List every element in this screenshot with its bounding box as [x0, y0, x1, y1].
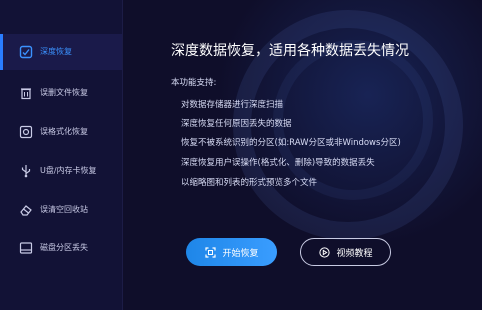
- format-disk-icon: [18, 124, 34, 140]
- feature-item: 恢复不被系统识别的分区(如:RAW分区或非Windows分区): [181, 138, 401, 148]
- sidebar-item-label: 误清空回收站: [40, 205, 88, 214]
- play-icon: [318, 246, 330, 258]
- usb-icon: [18, 163, 34, 179]
- sidebar-item-label: 磁盘分区丢失: [40, 243, 88, 252]
- sidebar-item-label: 误删文件恢复: [40, 88, 88, 97]
- eraser-icon: [18, 202, 34, 218]
- start-recovery-button[interactable]: 开始恢复: [186, 238, 277, 266]
- scan-frame-icon: [204, 246, 216, 258]
- feature-item: 深度恢复用户误操作(格式化、删除)导致的数据丢失: [181, 158, 375, 168]
- sidebar-item-partition-lost[interactable]: 磁盘分区丢失: [0, 230, 122, 266]
- sidebar: 深度恢复 误删文件恢复 误格式化恢复 U盘/内存卡恢复 误清空回收站 磁盘分区丢…: [0, 0, 123, 310]
- sidebar-item-deep-recovery[interactable]: 深度恢复: [0, 34, 122, 70]
- active-indicator: [0, 34, 3, 70]
- sidebar-item-label: 深度恢复: [40, 47, 72, 56]
- sidebar-item-recycle-bin[interactable]: 误清空回收站: [0, 192, 122, 228]
- partition-icon: [18, 240, 34, 256]
- sidebar-item-usb-recovery[interactable]: U盘/内存卡恢复: [0, 153, 122, 189]
- sidebar-item-deleted-files[interactable]: 误删文件恢复: [0, 75, 122, 111]
- features-heading: 本功能支持:: [171, 78, 217, 88]
- sidebar-item-label: 误格式化恢复: [40, 127, 88, 136]
- trash-icon: [18, 85, 34, 101]
- sidebar-item-format-recovery[interactable]: 误格式化恢复: [0, 114, 122, 150]
- feature-item: 对数据存储器进行深度扫描: [181, 100, 284, 110]
- main-panel: 深度数据恢复，适用各种数据丢失情况 本功能支持: 对数据存储器进行深度扫描 深度…: [123, 0, 482, 310]
- page-title: 深度数据恢复，适用各种数据丢失情况: [171, 43, 409, 59]
- scan-icon: [18, 44, 34, 60]
- feature-item: 深度恢复任何原因丢失的数据: [181, 119, 292, 129]
- video-tutorial-button[interactable]: 视频教程: [300, 238, 391, 266]
- start-recovery-label: 开始恢复: [222, 248, 259, 259]
- feature-item: 以缩略图和列表的形式预览多个文件: [181, 178, 318, 188]
- sidebar-item-label: U盘/内存卡恢复: [40, 166, 97, 175]
- video-tutorial-label: 视频教程: [336, 248, 373, 259]
